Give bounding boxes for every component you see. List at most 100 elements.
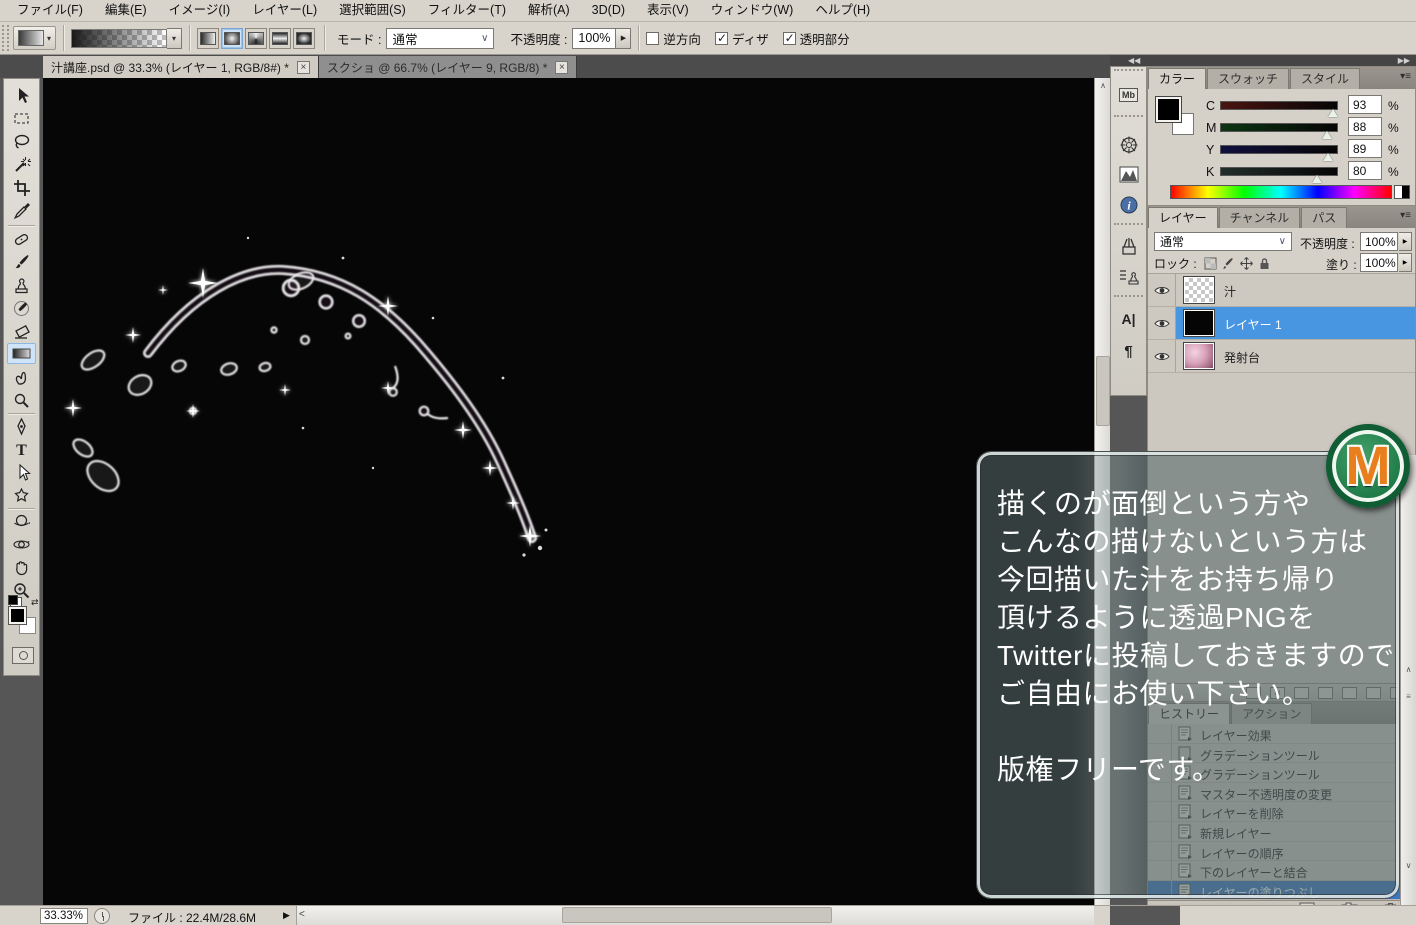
marquee-tool-icon[interactable] bbox=[7, 108, 36, 129]
linear-gradient-icon[interactable] bbox=[197, 28, 219, 49]
menu-filter[interactable]: フィルター(T) bbox=[417, 0, 517, 21]
close-icon[interactable]: × bbox=[297, 61, 310, 74]
blend-mode-select[interactable]: 通常 ∨ bbox=[386, 28, 494, 49]
dither-checkbox-row[interactable]: ディザ bbox=[715, 29, 769, 48]
black-slider-thumb[interactable] bbox=[1312, 175, 1322, 183]
3d-orbit-tool-icon[interactable] bbox=[7, 534, 36, 555]
hand-tool-icon[interactable] bbox=[7, 557, 36, 578]
menu-3d[interactable]: 3D(D) bbox=[581, 0, 636, 21]
layer-opacity-input[interactable]: 100% bbox=[1360, 232, 1398, 251]
swap-colors-icon[interactable]: ⇄ bbox=[31, 597, 39, 608]
clone-stamp-tool-icon[interactable] bbox=[7, 275, 36, 296]
lasso-tool-icon[interactable] bbox=[7, 131, 36, 152]
gradient-picker-arrow[interactable]: ▾ bbox=[167, 28, 182, 49]
scroll-up-icon[interactable]: ∧ bbox=[1095, 78, 1111, 94]
cyan-value-input[interactable]: 93 bbox=[1348, 95, 1382, 114]
cyan-slider-thumb[interactable] bbox=[1328, 109, 1338, 117]
color-swatch-pair[interactable] bbox=[1156, 97, 1198, 139]
canvas-horizontal-scrollbar[interactable]: < bbox=[296, 906, 1094, 925]
document-tab-inactive[interactable]: スクショ @ 66.7% (レイヤー 9, RGB/8) * × bbox=[319, 56, 578, 78]
panel-menu-icon[interactable]: ▾≡ bbox=[1400, 71, 1411, 82]
menu-image[interactable]: イメージ(I) bbox=[158, 0, 242, 21]
3d-rotate-tool-icon[interactable] bbox=[7, 511, 36, 532]
scroll-down-icon[interactable]: ∨ bbox=[1401, 701, 1416, 870]
magenta-value-input[interactable]: 88 bbox=[1348, 117, 1382, 136]
layer-thumbnail[interactable] bbox=[1184, 310, 1214, 336]
document-tab-active[interactable]: 汁講座.psd @ 33.3% (レイヤー 1, RGB/8#) * × bbox=[43, 56, 319, 78]
diamond-gradient-icon[interactable] bbox=[293, 28, 315, 49]
magenta-slider[interactable] bbox=[1220, 123, 1338, 132]
panel-scrollbar[interactable]: ∧ ≡ ∨ bbox=[1400, 455, 1416, 905]
info-icon[interactable]: i bbox=[1115, 193, 1142, 217]
menu-layer[interactable]: レイヤー(L) bbox=[241, 0, 328, 21]
reflected-gradient-icon[interactable] bbox=[269, 28, 291, 49]
magenta-slider-thumb[interactable] bbox=[1322, 131, 1332, 139]
vscroll-thumb[interactable] bbox=[1096, 356, 1110, 426]
yellow-value-input[interactable]: 89 bbox=[1348, 139, 1382, 158]
quick-select-tool-icon[interactable] bbox=[7, 154, 36, 175]
spectrum-bw-swatches[interactable] bbox=[1394, 185, 1410, 199]
history-brush-tool-icon[interactable] bbox=[7, 298, 36, 319]
menu-edit[interactable]: 編集(E) bbox=[94, 0, 158, 21]
tab-swatches[interactable]: スウォッチ bbox=[1207, 68, 1289, 89]
mini-bridge-icon[interactable]: Mb bbox=[1115, 83, 1142, 107]
menu-window[interactable]: ウィンドウ(W) bbox=[700, 0, 805, 21]
layer-thumbnail[interactable] bbox=[1184, 277, 1214, 303]
eyedropper-tool-icon[interactable] bbox=[7, 200, 36, 221]
opacity-spinner[interactable]: ▶ bbox=[616, 28, 631, 49]
yellow-slider-thumb[interactable] bbox=[1323, 153, 1333, 161]
custom-shape-tool-icon[interactable] bbox=[7, 485, 36, 506]
scroll-grip-icon[interactable]: ≡ bbox=[1401, 674, 1416, 701]
menu-file[interactable]: ファイル(F) bbox=[6, 0, 94, 21]
cyan-slider[interactable] bbox=[1220, 101, 1338, 110]
black-value-input[interactable]: 80 bbox=[1348, 161, 1382, 180]
opacity-input[interactable]: 100% bbox=[572, 28, 616, 49]
navigator-icon[interactable] bbox=[1115, 133, 1142, 157]
hscroll-thumb[interactable] bbox=[562, 907, 832, 923]
eraser-tool-icon[interactable] bbox=[7, 321, 36, 342]
tab-layers[interactable]: レイヤー bbox=[1148, 207, 1218, 228]
menu-select[interactable]: 選択範囲(S) bbox=[328, 0, 417, 21]
tab-styles[interactable]: スタイル bbox=[1290, 68, 1360, 89]
color-spectrum-bar[interactable] bbox=[1170, 185, 1392, 199]
collapse-panels-icon[interactable]: ◀◀ bbox=[1128, 55, 1140, 66]
gradient-preview[interactable] bbox=[71, 29, 167, 48]
brush-tool-icon[interactable] bbox=[7, 252, 36, 273]
dither-checkbox[interactable] bbox=[715, 32, 728, 45]
foreground-color-swatch[interactable] bbox=[9, 607, 26, 624]
default-colors-icon[interactable] bbox=[8, 595, 18, 605]
foreground-color-swatch[interactable] bbox=[1156, 97, 1181, 122]
yellow-slider[interactable] bbox=[1220, 145, 1338, 154]
clone-source-icon[interactable] bbox=[1115, 265, 1142, 289]
layer-row[interactable]: 汁 bbox=[1148, 274, 1415, 307]
smudge-tool-icon[interactable] bbox=[7, 367, 36, 388]
layer-opacity-spinner[interactable]: ▶ bbox=[1399, 232, 1412, 251]
close-icon[interactable]: × bbox=[555, 61, 568, 74]
reverse-checkbox[interactable] bbox=[646, 32, 659, 45]
lock-transparency-icon[interactable] bbox=[1203, 256, 1218, 271]
radial-gradient-icon[interactable] bbox=[221, 28, 243, 49]
quick-mask-icon[interactable] bbox=[12, 647, 34, 664]
angle-gradient-icon[interactable] bbox=[245, 28, 267, 49]
transparency-checkbox-row[interactable]: 透明部分 bbox=[783, 29, 850, 48]
lock-position-icon[interactable] bbox=[1239, 256, 1254, 271]
lock-pixels-icon[interactable] bbox=[1221, 256, 1236, 271]
document-canvas[interactable] bbox=[43, 78, 1094, 905]
reverse-checkbox-row[interactable]: 逆方向 bbox=[646, 29, 701, 48]
status-menu-arrow-icon[interactable]: ▶ bbox=[283, 910, 290, 921]
path-select-tool-icon[interactable] bbox=[7, 462, 36, 483]
character-panel-icon[interactable]: A| bbox=[1115, 307, 1142, 331]
layer-fill-spinner[interactable]: ▶ bbox=[1399, 253, 1412, 272]
histogram-icon[interactable] bbox=[1115, 163, 1142, 187]
layer-row-selected[interactable]: レイヤー 1 bbox=[1148, 307, 1415, 340]
layer-thumbnail[interactable] bbox=[1184, 343, 1214, 369]
panel-menu-icon[interactable]: ▾≡ bbox=[1400, 210, 1411, 221]
tab-color[interactable]: カラー bbox=[1148, 68, 1206, 89]
expand-panels-icon[interactable]: ▶▶ bbox=[1398, 55, 1410, 66]
tab-paths[interactable]: パス bbox=[1301, 207, 1347, 228]
transparency-checkbox[interactable] bbox=[783, 32, 796, 45]
menu-analysis[interactable]: 解析(A) bbox=[517, 0, 581, 21]
layer-row[interactable]: 発射台 bbox=[1148, 340, 1415, 373]
gradient-tool-icon[interactable] bbox=[7, 343, 36, 364]
visibility-eye-icon[interactable] bbox=[1148, 307, 1176, 339]
